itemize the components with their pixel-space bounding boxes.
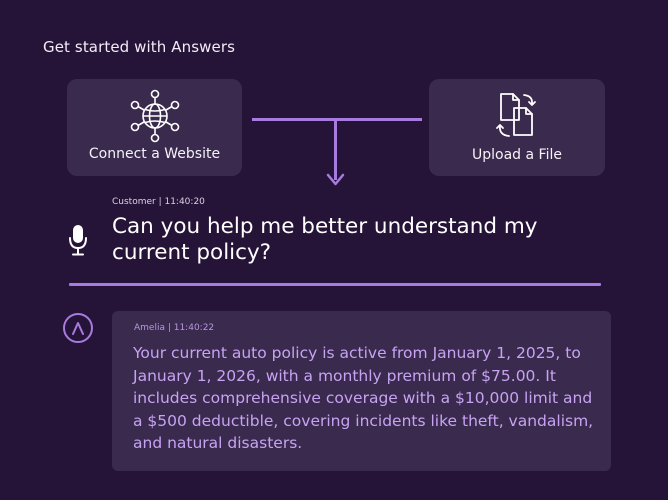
agent-message-bubble: Amelia | 11:40:22 Your current auto poli… bbox=[112, 311, 611, 471]
connector-line-horizontal bbox=[252, 118, 422, 121]
amelia-logo-icon bbox=[72, 322, 84, 335]
connect-website-card[interactable]: Connect a Website bbox=[67, 79, 242, 176]
conversation-divider bbox=[69, 283, 601, 286]
network-globe-icon bbox=[127, 88, 183, 144]
agent-message: Your current auto policy is active from … bbox=[133, 344, 594, 452]
amelia-avatar bbox=[63, 313, 93, 343]
customer-message: Can you help me better understand my cur… bbox=[112, 214, 538, 265]
agent-message-meta: Amelia | 11:40:22 bbox=[134, 323, 215, 333]
upload-file-label: Upload a File bbox=[472, 147, 562, 163]
connector-line-vertical bbox=[334, 118, 337, 180]
page-heading: Get started with Answers bbox=[43, 38, 236, 56]
connect-website-label: Connect a Website bbox=[88, 146, 221, 162]
microphone-icon[interactable] bbox=[68, 224, 88, 256]
customer-message-meta: Customer | 11:40:20 bbox=[112, 197, 205, 207]
upload-file-card[interactable]: Upload a File bbox=[429, 79, 605, 176]
file-transfer-icon bbox=[492, 87, 542, 143]
arrow-down-icon bbox=[326, 173, 345, 186]
